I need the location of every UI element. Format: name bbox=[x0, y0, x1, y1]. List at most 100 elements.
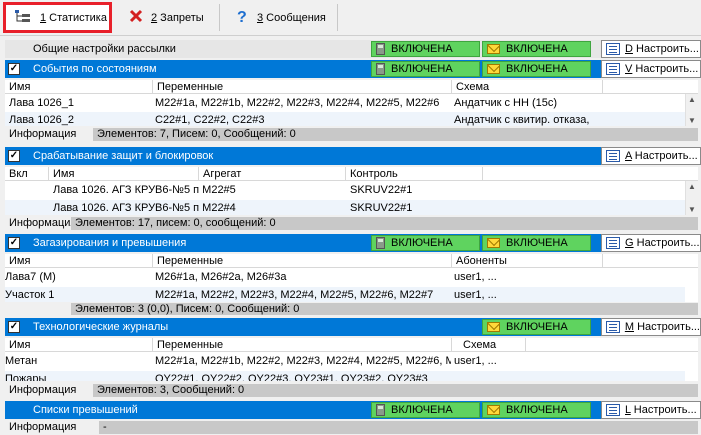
scroll-down-icon[interactable]: ▼ bbox=[686, 115, 698, 126]
vertical-scrollbar[interactable]: ▲ ▼ bbox=[685, 181, 698, 215]
column-header-variables[interactable]: Переменные bbox=[157, 255, 223, 267]
toolbar-divider bbox=[337, 4, 338, 31]
tech-logs-header: ✓ Технологические журналы ВКЛЮЧЕНА M Нас… bbox=[5, 318, 701, 336]
column-header-name[interactable]: Имя bbox=[9, 339, 30, 351]
column-header-variables[interactable]: Переменные bbox=[157, 339, 223, 351]
info-value: Элементов: 7, Писем: 0, Сообщений: 0 bbox=[93, 128, 698, 141]
table-row[interactable]: Лава 1026. АГЗ КРУВ6-№5 п М22#4 SKRUV22#… bbox=[5, 200, 685, 215]
column-header-name[interactable]: Имя bbox=[9, 81, 30, 93]
status-text: ВКЛЮЧЕНА bbox=[506, 404, 568, 416]
configure-label: Настроить... bbox=[630, 404, 697, 416]
bans-button[interactable]: 2 Запреты bbox=[120, 2, 212, 33]
protection-configure-button[interactable]: A Настроить... bbox=[601, 147, 701, 165]
sms-status-badge[interactable]: ВКЛЮЧЕНА bbox=[371, 41, 480, 57]
tech-logs-configure-button[interactable]: M Настроить... bbox=[601, 318, 701, 336]
scroll-up-icon[interactable]: ▲ bbox=[686, 94, 698, 105]
state-events-title: События по состояниям bbox=[33, 63, 157, 75]
limit-lists-info: Информация - bbox=[5, 420, 698, 434]
configure-hotkey: G bbox=[625, 237, 634, 249]
protection-table: Вкл Имя Агрегат Контроль Лава 1026. АГЗ … bbox=[5, 167, 698, 215]
phone-icon bbox=[376, 43, 385, 55]
mail-icon bbox=[487, 322, 500, 332]
email-status-badge[interactable]: ВКЛЮЧЕНА bbox=[482, 41, 591, 57]
scroll-down-icon[interactable]: ▼ bbox=[686, 204, 698, 215]
row-scheme: Андатчик с квитир. отказа, bbox=[454, 114, 590, 126]
table-row[interactable]: Лава 1026_2 C22#1, C22#2, C22#3 Андатчик… bbox=[5, 112, 685, 126]
mail-icon bbox=[487, 64, 500, 74]
status-text: ВКЛЮЧЕНА bbox=[506, 63, 568, 75]
general-configure-button[interactable]: D Настроить... bbox=[601, 40, 701, 58]
state-events-info: Информация Элементов: 7, Писем: 0, Сообщ… bbox=[5, 127, 698, 141]
limit-lists-title: Списки превышений bbox=[33, 404, 138, 416]
table-header: Имя Переменные Схема bbox=[5, 80, 698, 94]
phone-icon bbox=[376, 237, 385, 249]
state-events-configure-button[interactable]: V Настроить... bbox=[601, 60, 701, 78]
status-text: ВКЛЮЧЕНА bbox=[391, 63, 453, 75]
vertical-scrollbar[interactable]: ▲ ▼ bbox=[685, 94, 698, 126]
protection-title: Срабатывание защит и блокировок bbox=[33, 150, 214, 162]
tech-logs-checkbox[interactable]: ✓ bbox=[8, 321, 20, 333]
table-row[interactable]: Пожары OY22#1, OY22#2, OY22#3, OY23#1, O… bbox=[5, 371, 685, 381]
protection-checkbox[interactable]: ✓ bbox=[8, 150, 20, 162]
sms-status-badge[interactable]: ВКЛЮЧЕНА bbox=[371, 402, 480, 418]
sms-status-badge[interactable]: ВКЛЮЧЕНА bbox=[371, 61, 480, 77]
column-header-control[interactable]: Контроль bbox=[350, 168, 398, 180]
status-text: ВКЛЮЧЕНА bbox=[506, 43, 568, 55]
row-control: SKRUV22#1 bbox=[350, 202, 413, 214]
toolbar: 1 Статистика 2 Запреты ? 3 Сообщения bbox=[0, 0, 701, 36]
row-variables: OY22#1, OY22#2, OY22#3, OY23#1, OY23#2, … bbox=[155, 373, 428, 381]
settings-list-icon bbox=[606, 63, 620, 75]
row-variables: M22#1a, M22#1b, M22#2, M22#3, M22#4, M22… bbox=[155, 355, 451, 367]
statistics-button[interactable]: 1 Статистика bbox=[3, 2, 112, 33]
gas-checkbox[interactable]: ✓ bbox=[8, 237, 20, 249]
row-name: Лава 1026_2 bbox=[9, 114, 74, 126]
column-header-subscribers[interactable]: Абоненты bbox=[456, 255, 507, 267]
status-text: ВКЛЮЧЕНА bbox=[391, 237, 453, 249]
row-name: Лава 1026_1 bbox=[9, 97, 74, 109]
column-header-scheme[interactable]: Схема bbox=[456, 81, 489, 93]
column-header-name[interactable]: Имя bbox=[53, 168, 74, 180]
state-events-checkbox[interactable]: ✓ bbox=[8, 63, 20, 75]
column-header-enabled[interactable]: Вкл bbox=[9, 168, 28, 180]
email-status-badge[interactable]: ВКЛЮЧЕНА bbox=[482, 402, 591, 418]
protection-header: ✓ Срабатывание защит и блокировок A Наст… bbox=[5, 147, 701, 165]
column-header-name[interactable]: Имя bbox=[9, 255, 30, 267]
protection-info: Информация Элементов: 17, писем: 0, сооб… bbox=[5, 216, 698, 230]
email-status-badge[interactable]: ВКЛЮЧЕНА bbox=[482, 61, 591, 77]
row-variables: M22#1a, M22#1b, M22#2, M22#3, M22#4, M22… bbox=[155, 97, 440, 109]
gas-table: Имя Переменные Абоненты Лава7 (М) M26#1a… bbox=[5, 254, 698, 302]
column-header-scheme[interactable]: Схема bbox=[463, 339, 496, 351]
messages-button[interactable]: ? 3 Сообщения bbox=[226, 2, 336, 33]
row-name: Лава 1026. АГЗ КРУВ6-№5 п М22#5 bbox=[53, 184, 236, 196]
help-icon: ? bbox=[235, 8, 249, 27]
column-header-unit[interactable]: Агрегат bbox=[203, 168, 241, 180]
limit-lists-configure-button[interactable]: L Настроить... bbox=[601, 401, 701, 419]
table-row[interactable]: Метан M22#1a, M22#1b, M22#2, M22#3, M22#… bbox=[5, 353, 685, 370]
configure-label: Настроить... bbox=[632, 43, 699, 55]
state-events-table: Имя Переменные Схема Лава 1026_1 M22#1a,… bbox=[5, 80, 698, 126]
row-control: SKRUV22#1 bbox=[350, 184, 413, 196]
close-icon bbox=[129, 9, 143, 26]
row-name: Метан bbox=[5, 355, 38, 367]
settings-list-icon bbox=[606, 404, 620, 416]
scroll-up-icon[interactable]: ▲ bbox=[686, 181, 698, 192]
row-name: Пожары bbox=[5, 373, 47, 381]
info-label: Информация bbox=[9, 217, 77, 229]
limit-lists-header: Списки превышений ВКЛЮЧЕНА ВКЛЮЧЕНА L На… bbox=[5, 401, 701, 419]
configure-label: Настроить... bbox=[632, 63, 699, 75]
sms-status-badge[interactable]: ВКЛЮЧЕНА bbox=[371, 235, 480, 251]
table-row[interactable]: Лава7 (М) M26#1a, M26#2a, M26#3a user1, … bbox=[5, 269, 685, 286]
email-status-badge[interactable]: ВКЛЮЧЕНА bbox=[482, 319, 591, 335]
phone-icon bbox=[376, 404, 385, 416]
row-variables: C22#1, C22#2, C22#3 bbox=[155, 114, 265, 126]
row-subscribers: user1, ... bbox=[454, 271, 497, 283]
table-row[interactable]: Лава 1026_1 M22#1a, M22#1b, M22#2, M22#3… bbox=[5, 95, 685, 112]
settings-list-icon bbox=[606, 237, 620, 249]
table-row[interactable]: Лава 1026. АГЗ КРУВ6-№5 п М22#5 SKRUV22#… bbox=[5, 182, 685, 199]
column-header-variables[interactable]: Переменные bbox=[157, 81, 223, 93]
gas-configure-button[interactable]: G Настроить... bbox=[601, 234, 701, 252]
status-text: ВКЛЮЧЕНА bbox=[506, 237, 568, 249]
mail-icon bbox=[487, 238, 500, 248]
table-row[interactable]: Участок 1 M22#1a, M22#2, M22#3, M22#4, M… bbox=[5, 287, 685, 302]
email-status-badge[interactable]: ВКЛЮЧЕНА bbox=[482, 235, 591, 251]
